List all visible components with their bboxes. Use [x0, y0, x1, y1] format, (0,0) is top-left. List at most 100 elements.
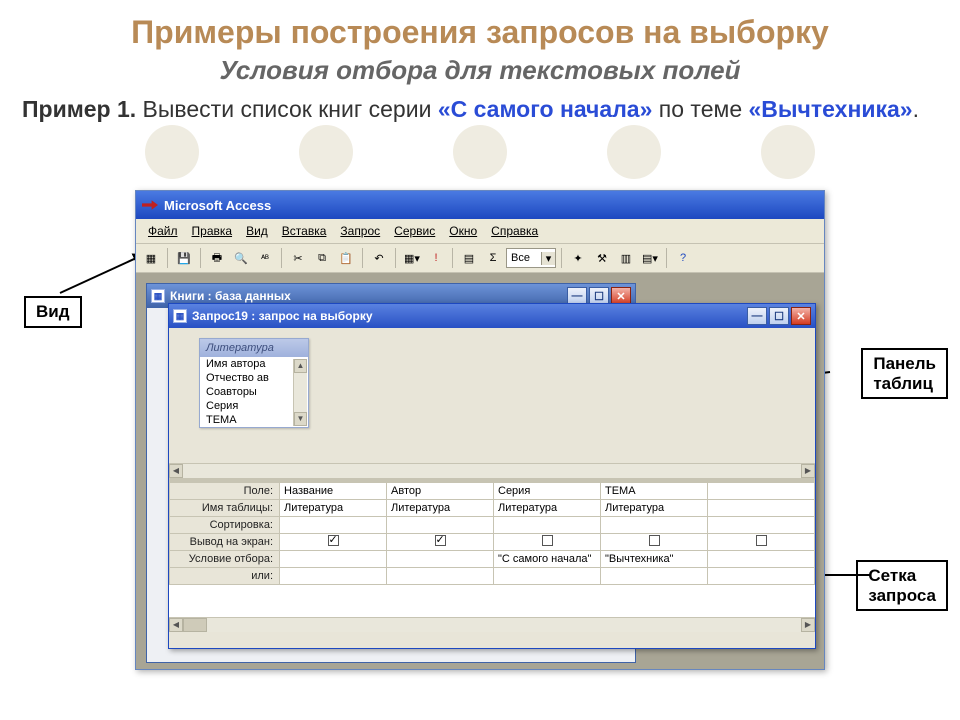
table-field-list[interactable]: Имя автора Отчество ав Соавторы Серия ТЕ…: [200, 357, 308, 427]
spell-button[interactable]: ᴬᴮ: [254, 247, 276, 269]
view-button[interactable]: ▦: [140, 247, 162, 269]
cell-empty[interactable]: [708, 551, 815, 568]
undo-button[interactable]: ↶: [368, 247, 390, 269]
cell-show[interactable]: [387, 534, 494, 551]
row-table: Имя таблицы:: [170, 500, 280, 517]
table-vscroll[interactable]: ▲ ▼: [293, 359, 307, 426]
show-checkbox[interactable]: [542, 535, 553, 546]
cell-criteria[interactable]: [387, 551, 494, 568]
topvalues-combo[interactable]: Все▾: [506, 248, 556, 268]
table-pane[interactable]: Литература Имя автора Отчество ав Соавто…: [169, 328, 815, 478]
preview-button[interactable]: 🔍: [230, 247, 252, 269]
db-icon: ▦: [151, 289, 165, 303]
cell-criteria[interactable]: "Вычтехника": [601, 551, 708, 568]
cell-empty[interactable]: [708, 483, 815, 500]
field-item[interactable]: Серия: [200, 399, 308, 413]
show-checkbox[interactable]: [328, 535, 339, 546]
cell-sort[interactable]: [280, 517, 387, 534]
design-grid[interactable]: Поле: Название Автор Серия ТЕМА Имя табл…: [169, 482, 815, 632]
tpane-hscroll[interactable]: ◀ ▶: [169, 463, 815, 478]
querytype-button[interactable]: ▦▾: [401, 247, 423, 269]
cell-table[interactable]: Литература: [601, 500, 708, 517]
mdi-query-title: Запрос19 : запрос на выборку: [192, 309, 373, 323]
query-close-button[interactable]: ✕: [791, 307, 811, 325]
cell-empty[interactable]: [708, 517, 815, 534]
scroll-up[interactable]: ▲: [294, 359, 307, 373]
cell-empty[interactable]: [708, 568, 815, 585]
access-window: Microsoft Access Файл Правка Вид Вставка…: [135, 190, 825, 670]
menu-window[interactable]: Окно: [443, 222, 483, 240]
menu-help[interactable]: Справка: [485, 222, 544, 240]
table-box-header[interactable]: Литература: [200, 339, 308, 357]
scroll-right[interactable]: ▶: [801, 618, 815, 632]
mdi-query-titlebar[interactable]: ▦ Запрос19 : запрос на выборку — ☐ ✕: [169, 304, 815, 328]
row-field: Поле:: [170, 483, 280, 500]
cell-criteria[interactable]: "С самого начала": [494, 551, 601, 568]
scroll-thumb[interactable]: [183, 618, 207, 632]
grid-hscroll[interactable]: ◀ ▶: [169, 617, 815, 632]
dbwindow-button[interactable]: ▥: [615, 247, 637, 269]
build-button[interactable]: ⚒: [591, 247, 613, 269]
access-titlebar[interactable]: Microsoft Access: [136, 191, 824, 219]
cell-or[interactable]: [280, 568, 387, 585]
menu-tools[interactable]: Сервис: [388, 222, 441, 240]
cut-button[interactable]: ✂: [287, 247, 309, 269]
cell-show[interactable]: [601, 534, 708, 551]
example-text: Пример 1. Вывести список книг серии «С с…: [22, 94, 938, 125]
print-button[interactable]: 🖶: [206, 247, 228, 269]
field-item[interactable]: Соавторы: [200, 385, 308, 399]
cell-criteria[interactable]: [280, 551, 387, 568]
run-button[interactable]: !: [425, 247, 447, 269]
scroll-down[interactable]: ▼: [294, 412, 307, 426]
cell-field[interactable]: Название: [280, 483, 387, 500]
mdi-query-window[interactable]: ▦ Запрос19 : запрос на выборку — ☐ ✕ Лит…: [168, 303, 816, 649]
cell-table[interactable]: Литература: [494, 500, 601, 517]
field-item[interactable]: Отчество ав: [200, 371, 308, 385]
menu-query[interactable]: Запрос: [334, 222, 386, 240]
totals-button[interactable]: Σ: [482, 247, 504, 269]
paste-button[interactable]: 📋: [335, 247, 357, 269]
cell-empty[interactable]: [708, 500, 815, 517]
menubar: Файл Правка Вид Вставка Запрос Сервис Ок…: [136, 219, 824, 244]
show-checkbox[interactable]: [435, 535, 446, 546]
query-min-button[interactable]: —: [747, 307, 767, 325]
access-app-icon: [142, 197, 158, 213]
cell-sort[interactable]: [494, 517, 601, 534]
menu-insert[interactable]: Вставка: [276, 222, 333, 240]
cell-field[interactable]: Автор: [387, 483, 494, 500]
field-item[interactable]: Имя автора: [200, 357, 308, 371]
scroll-left[interactable]: ◀: [169, 618, 183, 632]
cell-sort[interactable]: [387, 517, 494, 534]
cell-or[interactable]: [601, 568, 708, 585]
show-checkbox[interactable]: [756, 535, 767, 546]
menu-edit[interactable]: Правка: [186, 222, 239, 240]
cell-empty[interactable]: [708, 534, 815, 551]
scroll-right[interactable]: ▶: [801, 464, 815, 478]
newobject-button[interactable]: ▤▾: [639, 247, 661, 269]
page-title: Примеры построения запросов на выборку: [0, 0, 960, 51]
menu-file[interactable]: Файл: [142, 222, 184, 240]
callout-table-pane: Панель таблиц: [861, 348, 948, 399]
showtable-button[interactable]: ▤: [458, 247, 480, 269]
cell-show[interactable]: [280, 534, 387, 551]
show-checkbox[interactable]: [649, 535, 660, 546]
cell-table[interactable]: Литература: [387, 500, 494, 517]
copy-button[interactable]: ⧉: [311, 247, 333, 269]
query-max-button[interactable]: ☐: [769, 307, 789, 325]
cell-or[interactable]: [494, 568, 601, 585]
cell-field[interactable]: ТЕМА: [601, 483, 708, 500]
cell-sort[interactable]: [601, 517, 708, 534]
field-item[interactable]: ТЕМА: [200, 413, 308, 427]
cell-field[interactable]: Серия: [494, 483, 601, 500]
cell-or[interactable]: [387, 568, 494, 585]
table-box[interactable]: Литература Имя автора Отчество ав Соавто…: [199, 338, 309, 428]
quoted-series: «С самого начала»: [438, 96, 653, 122]
save-button[interactable]: 💾: [173, 247, 195, 269]
properties-button[interactable]: ✦: [567, 247, 589, 269]
toolbar: ▦ 💾 🖶 🔍 ᴬᴮ ✂ ⧉ 📋 ↶ ▦▾ ! ▤ Σ Все▾ ✦ ⚒ ▥ ▤…: [136, 244, 824, 273]
cell-table[interactable]: Литература: [280, 500, 387, 517]
menu-view[interactable]: Вид: [240, 222, 274, 240]
cell-show[interactable]: [494, 534, 601, 551]
help-button[interactable]: ?: [672, 247, 694, 269]
scroll-left[interactable]: ◀: [169, 464, 183, 478]
